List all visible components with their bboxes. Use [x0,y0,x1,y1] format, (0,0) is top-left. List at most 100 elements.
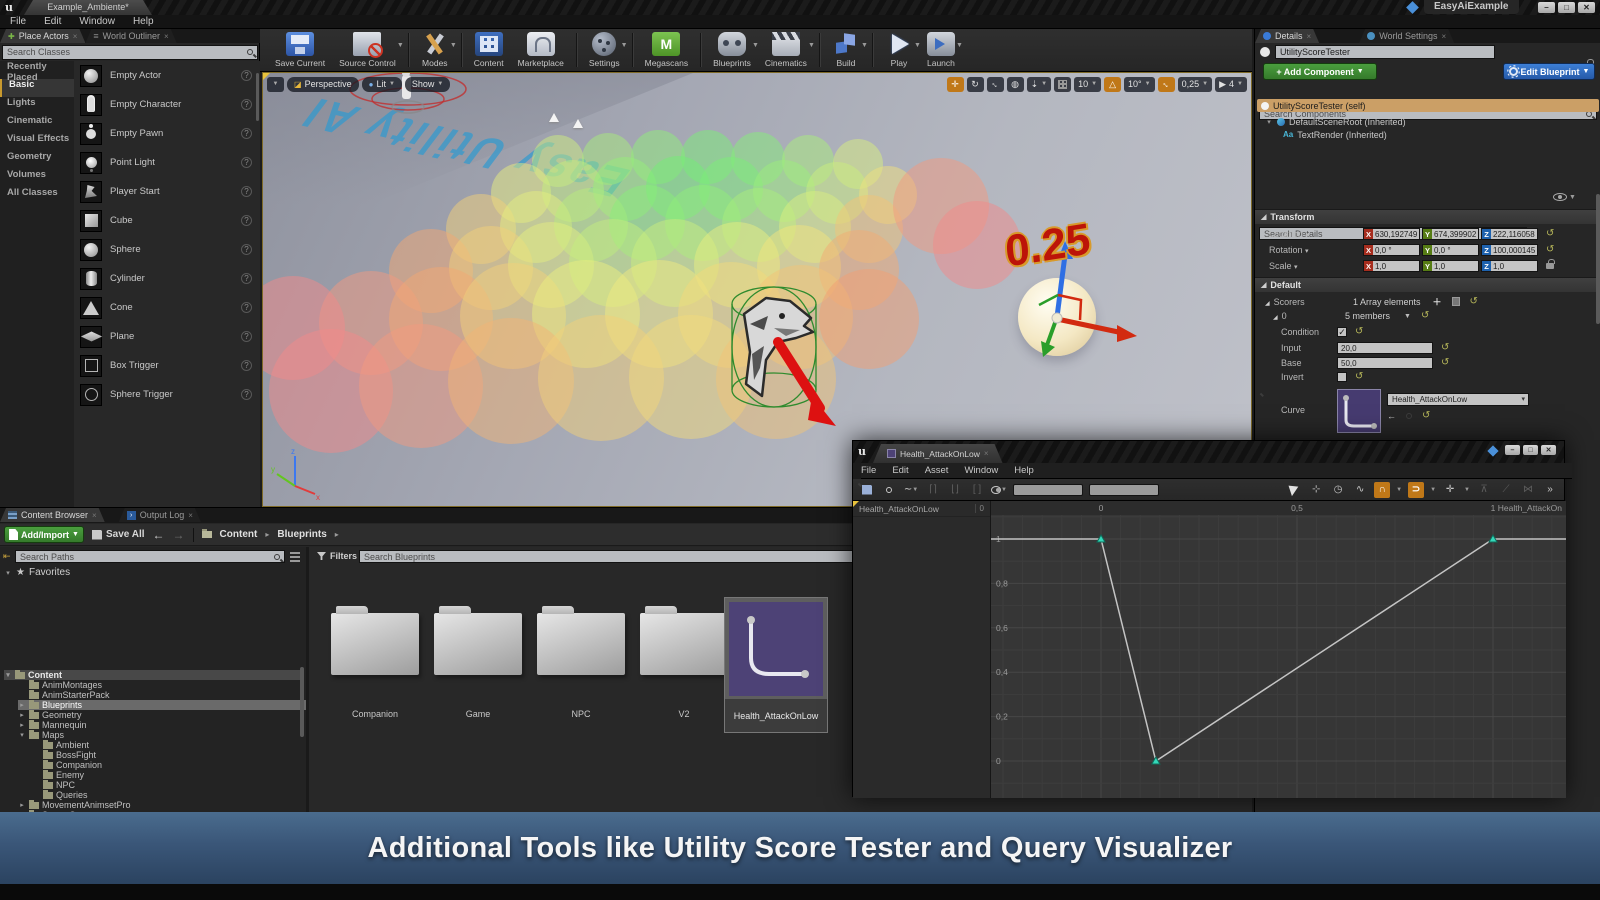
tree-item-animmontages[interactable]: AnimMontages [18,680,318,690]
expander-icon[interactable]: ▸ [18,701,26,709]
invert-checkbox[interactable] [1337,372,1347,382]
level-tab[interactable]: Example_Ambiente* [24,0,152,15]
scale-y-field[interactable]: Y1,0 [1422,260,1479,272]
curve-track-label[interactable]: Health_AttackOnLow [859,504,975,514]
ce-menu-edit[interactable]: Edit [892,465,908,476]
folder-tile-v2[interactable] [640,613,728,675]
scale-x-field[interactable]: X1,0 [1363,260,1420,272]
use-selected-icon[interactable]: ← [1387,411,1396,421]
tree-item-companion[interactable]: Companion [32,760,332,770]
add-import-button[interactable]: Add/Import▼ [4,526,84,543]
toolbar-button-content[interactable]: Content [467,30,511,70]
scale-z-field[interactable]: Z1,0 [1481,260,1538,272]
actor-name-input[interactable]: UtilityScoreTester [1275,45,1495,59]
transform-tool-icon[interactable]: ⊹ [1308,482,1324,498]
help-icon[interactable]: ? [241,186,252,197]
find-in-content-browser-icon[interactable] [881,482,897,498]
curve-editor-tab[interactable]: Health_AttackOnLow × [873,444,1003,463]
select-keys-icon[interactable]: ⌈⌉ [925,482,941,498]
tree-item-enemy[interactable]: Enemy [32,770,332,780]
category-volumes[interactable]: Volumes [0,169,74,187]
show-button[interactable]: Show▼ [405,77,450,92]
lit-button[interactable]: ●Lit▼ [362,77,402,92]
location-x-field[interactable]: X630,192749 [1363,228,1420,240]
flatten-icon[interactable]: ⋈ [1520,482,1536,498]
rotation-y-field[interactable]: Y0,0 ° [1422,244,1479,256]
toolbar-button-modes[interactable]: Modes▼ [414,30,456,70]
toolbar-button-cinematics[interactable]: Cinematics▼ [758,30,814,70]
curve-thumbnail[interactable] [1337,389,1381,433]
reset-icon[interactable] [1422,411,1430,421]
snap-values-toggle[interactable]: ∩ [1374,482,1390,498]
multi-select-tool-icon[interactable]: ∿ [1352,482,1368,498]
transform-section-header[interactable]: ◢Transform [1255,209,1600,224]
component-row-text-render[interactable]: AaTextRender (Inherited) [1283,128,1387,141]
help-icon[interactable]: ? [241,99,252,110]
duplicate-icon[interactable] [1452,297,1460,306]
scale-lock-icon[interactable] [1546,263,1554,269]
category-all-classes[interactable]: All Classes [0,187,74,205]
ce-menu-asset[interactable]: Asset [925,465,949,476]
add-component-button[interactable]: + Add Component▼ [1263,63,1377,80]
default-section-header[interactable]: ◢Default [1255,277,1600,292]
element-0-label[interactable]: ◢0 [1255,311,1345,321]
expander-icon[interactable]: ▾ [18,731,26,739]
maximize-button[interactable]: □ [1558,2,1575,13]
actor-item-cylinder[interactable]: Cylinder? [74,264,260,293]
base-value-field[interactable]: 50,0 [1337,357,1433,369]
reset-icon[interactable] [1441,358,1449,368]
close-icon[interactable]: × [164,32,169,41]
actor-item-empty-pawn[interactable]: Empty Pawn? [74,119,260,148]
toolbar-button-source-control[interactable]: Source Control▼ [332,30,403,70]
select-tool-icon[interactable] [1286,482,1302,498]
rotate-mode-button[interactable]: ↻ [967,77,984,92]
edit-blueprint-button[interactable]: Edit Blueprint▼ [1503,63,1595,80]
actor-item-sphere-trigger[interactable]: Sphere Trigger? [74,380,260,409]
close-icon[interactable]: × [984,449,989,458]
close-icon[interactable]: × [1307,32,1312,41]
close-icon[interactable]: × [188,511,193,520]
reset-icon[interactable] [1546,245,1554,255]
close-icon[interactable]: × [73,32,78,41]
toolbar-button-settings[interactable]: Settings▼ [582,30,627,70]
close-button[interactable]: ✕ [1541,445,1556,455]
condition-checkbox[interactable]: ✓ [1337,327,1347,337]
close-icon[interactable]: × [92,511,97,520]
search-paths-input[interactable]: Search Paths [15,550,285,563]
curve-options-icon[interactable]: ∼▼ [903,482,919,498]
help-icon[interactable]: ? [241,215,252,226]
save-icon[interactable] [859,482,875,498]
view-max-input[interactable] [1089,484,1159,496]
tab-output-log[interactable]: › Output Log × [119,508,201,522]
help-icon[interactable]: ? [241,128,252,139]
tree-item-blueprints[interactable]: ▸Blueprints [18,700,318,710]
back-button[interactable]: ← [153,528,165,542]
minimize-button[interactable]: – [1538,2,1555,13]
visibility-icon[interactable]: ▼ [991,482,1007,498]
tree-item-maps[interactable]: ▾Maps [18,730,318,740]
help-icon[interactable]: ? [241,331,252,342]
rotation-x-field[interactable]: X0,0 ° [1363,244,1420,256]
expander-icon[interactable]: ▸ [18,721,26,729]
tab-place-actors[interactable]: ✚ Place Actors × [0,29,85,43]
rotation-z-field[interactable]: Z100,000145 [1481,244,1538,256]
ce-menu-help[interactable]: Help [1014,465,1034,476]
menu-window[interactable]: Window [79,16,115,27]
asset-tile-health-attackonlow[interactable]: Health_AttackOnLow [724,597,828,733]
component-row-scene-root[interactable]: ▾DefaultSceneRoot (Inherited) [1265,115,1406,128]
actor-item-cube[interactable]: Cube? [74,206,260,235]
tree-item-queries[interactable]: Queries [32,790,332,800]
toolbar-button-launch[interactable]: Launch▼ [920,30,962,70]
view-options-button[interactable]: ▼ [1553,193,1576,201]
forward-button[interactable]: → [173,528,185,542]
category-recently-placed[interactable]: Recently Placed [0,61,74,79]
curve-graph[interactable]: 00,5110,80,60,40,20Health_AttackOn [991,501,1566,798]
category-geometry[interactable]: Geometry [0,151,74,169]
retime-tool-icon[interactable]: ◷ [1330,482,1346,498]
actor-item-empty-actor[interactable]: Empty Actor? [74,61,260,90]
actor-item-empty-character[interactable]: Empty Character? [74,90,260,119]
tab-content-browser[interactable]: Content Browser × [0,508,105,522]
grid-snap-value[interactable]: 10▼ [1074,77,1101,92]
pin-icon[interactable]: ⌊⌋ [947,482,963,498]
folder-tile-companion[interactable] [331,613,419,675]
